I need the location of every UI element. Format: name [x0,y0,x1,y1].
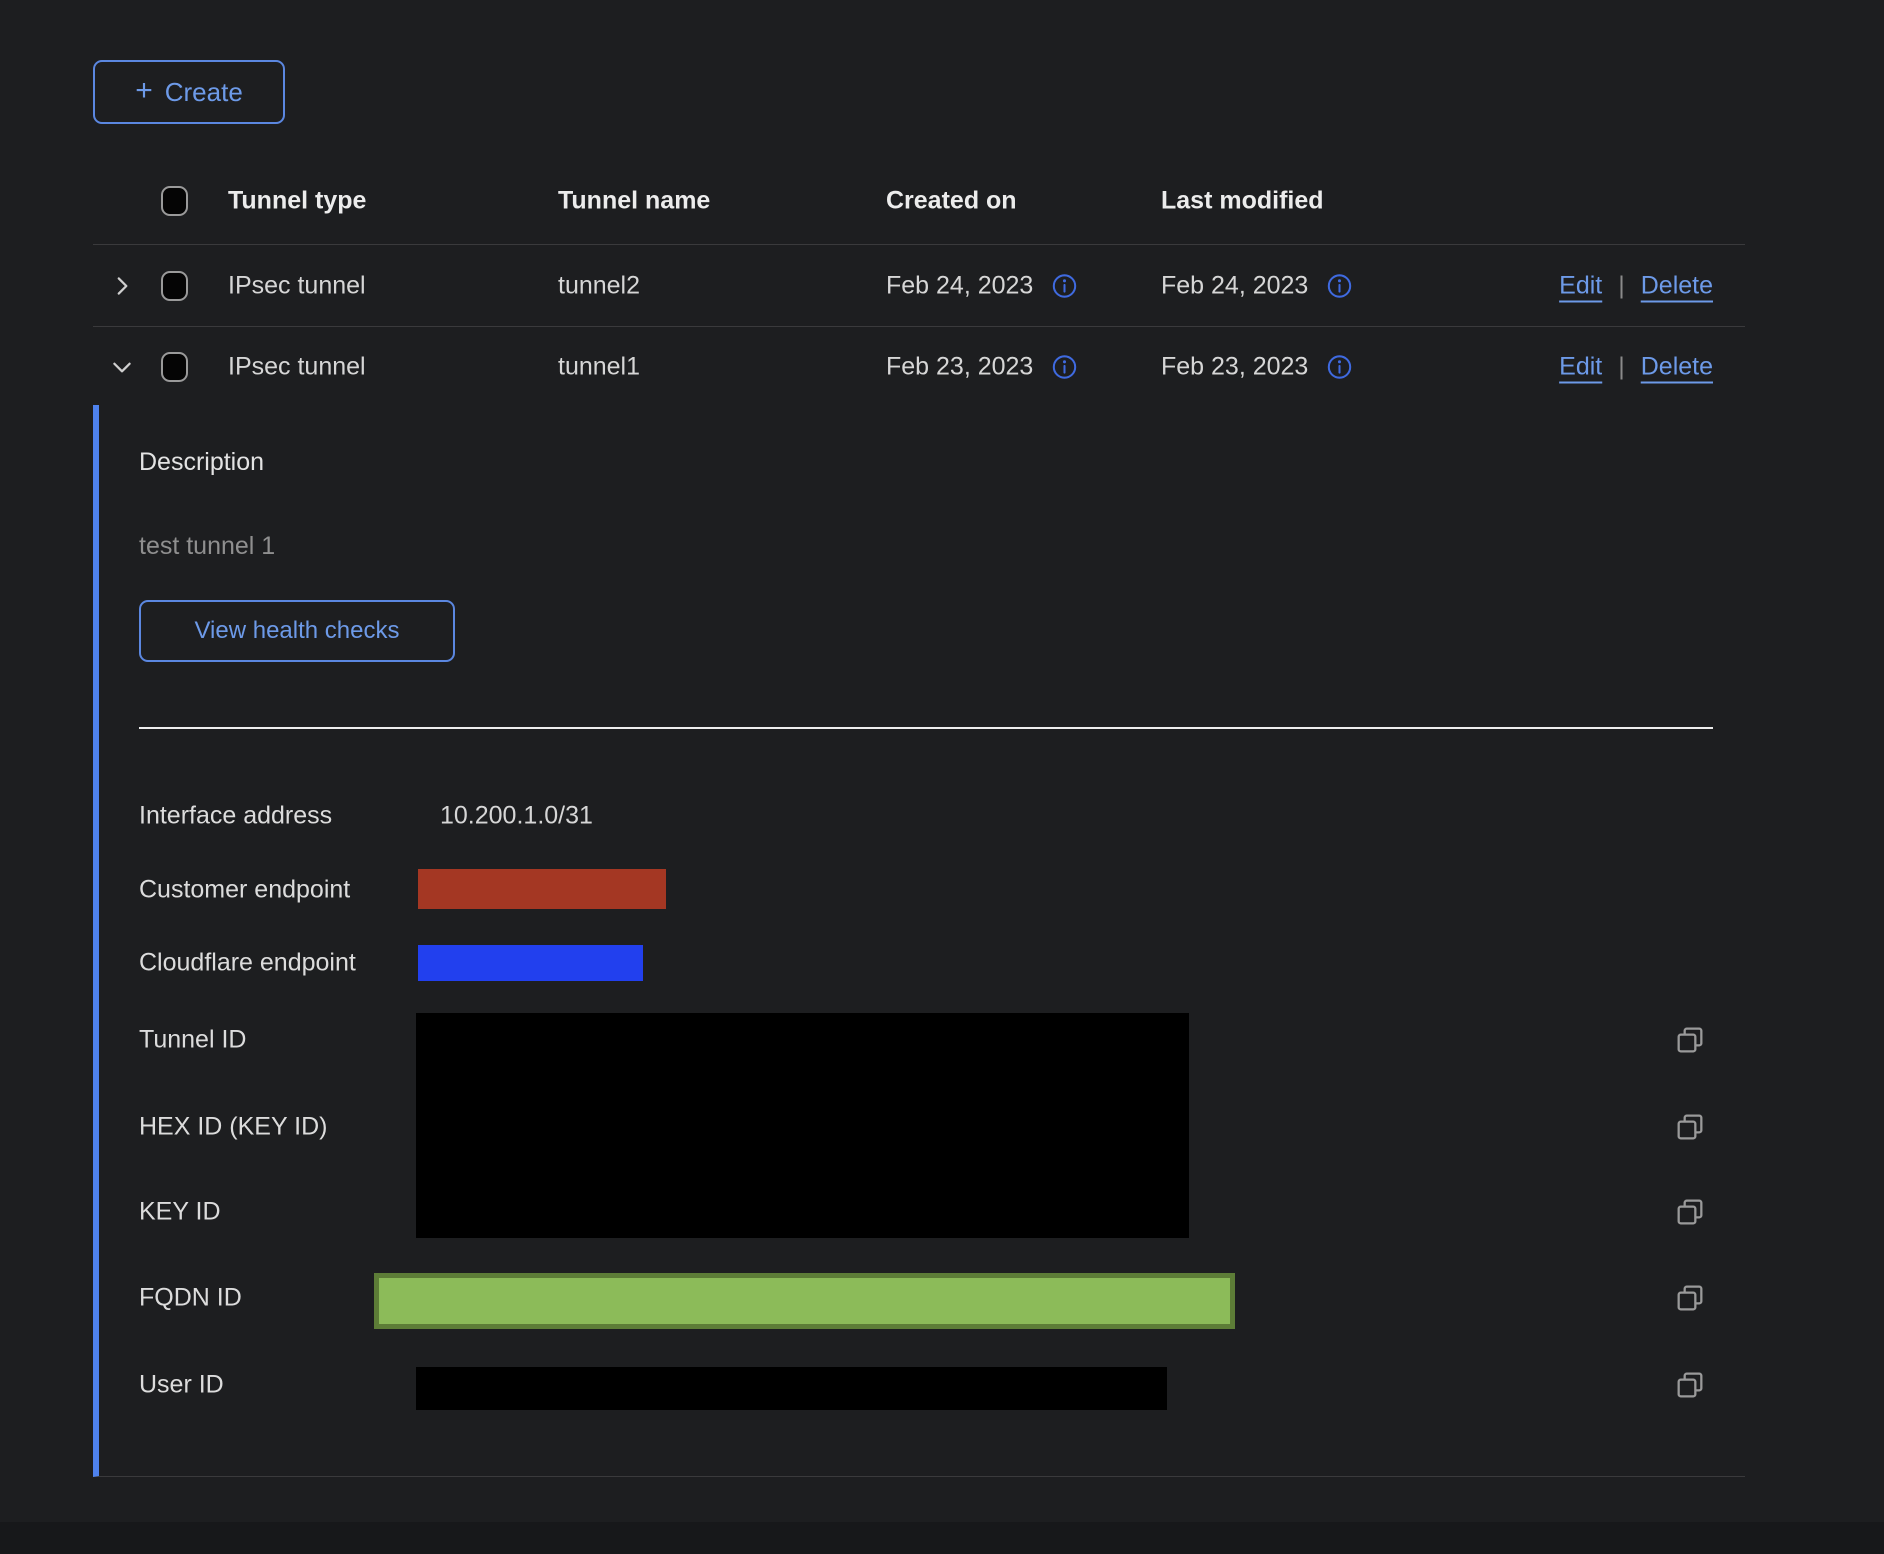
column-header-tunnel-type: Tunnel type [228,187,366,216]
copy-icon [1674,1369,1706,1401]
copy-icon [1674,1024,1706,1056]
customer-endpoint-label: Customer endpoint [139,876,350,905]
last-modified-cell: Feb 24, 2023 [1161,271,1353,300]
actions-separator: | [1618,353,1625,382]
interface-address-value: 10.200.1.0/31 [440,802,593,831]
view-health-checks-label: View health checks [194,617,399,645]
cloudflare-endpoint-redacted-value [418,945,643,981]
copy-fqdn-id-button[interactable] [1674,1282,1706,1314]
actions-separator: | [1618,271,1625,300]
divider [139,727,1713,729]
created-on-value: Feb 23, 2023 [886,353,1033,382]
ids-redacted-value [416,1013,1189,1238]
description-value: test tunnel 1 [139,532,275,561]
hex-id-label: HEX ID (KEY ID) [139,1113,327,1142]
expanded-tunnel-details: Description test tunnel 1 View health ch… [93,405,1745,1477]
column-header-last-modified: Last modified [1161,187,1324,216]
collapse-row-button[interactable] [107,352,137,382]
tunnel-name-cell: tunnel1 [558,353,640,382]
last-modified-cell: Feb 23, 2023 [1161,353,1353,382]
view-health-checks-button[interactable]: View health checks [139,600,455,662]
tunnel-type-cell: IPsec tunnel [228,353,366,382]
user-id-label: User ID [139,1371,224,1400]
tunnel-type-cell: IPsec tunnel [228,271,366,300]
copy-tunnel-id-button[interactable] [1674,1024,1706,1056]
copy-icon [1674,1111,1706,1143]
copy-key-id-button[interactable] [1674,1196,1706,1228]
expand-row-button[interactable] [107,271,137,301]
copy-user-id-button[interactable] [1674,1369,1706,1401]
info-icon[interactable] [1051,272,1078,299]
key-id-label: KEY ID [139,1198,221,1227]
chevron-right-icon [109,273,135,299]
row-checkbox[interactable] [161,271,188,301]
column-header-tunnel-name: Tunnel name [558,187,710,216]
cloudflare-endpoint-label: Cloudflare endpoint [139,949,356,978]
edit-link[interactable]: Edit [1559,271,1602,300]
user-id-redacted-value [416,1367,1167,1410]
table-header-row: Tunnel type Tunnel name Created on Last … [93,158,1745,245]
delete-link[interactable]: Delete [1641,271,1713,300]
create-button[interactable]: + Create [93,60,285,124]
info-icon[interactable] [1326,272,1353,299]
fqdn-id-redacted-value [374,1273,1235,1329]
tunnels-page: + Create Tunnel type Tunnel name Created… [0,0,1884,1554]
edit-link[interactable]: Edit [1559,353,1602,382]
description-label: Description [139,448,264,477]
delete-link[interactable]: Delete [1641,353,1713,382]
copy-hex-id-button[interactable] [1674,1111,1706,1143]
select-all-checkbox[interactable] [161,186,188,216]
interface-address-label: Interface address [139,802,332,831]
tunnel-id-label: Tunnel ID [139,1026,246,1055]
row-checkbox[interactable] [161,352,188,382]
copy-icon [1674,1282,1706,1314]
info-icon[interactable] [1326,354,1353,381]
column-header-created-on: Created on [886,187,1017,216]
tunnels-table: Tunnel type Tunnel name Created on Last … [93,158,1745,407]
bottom-edge-band [0,1522,1884,1554]
info-icon[interactable] [1051,354,1078,381]
row-actions: Edit | Delete [1559,353,1713,382]
created-on-cell: Feb 23, 2023 [886,353,1078,382]
fqdn-id-label: FQDN ID [139,1284,242,1313]
plus-icon: + [135,76,153,106]
create-button-label: Create [165,77,243,108]
row-actions: Edit | Delete [1559,271,1713,300]
created-on-cell: Feb 24, 2023 [886,271,1078,300]
chevron-down-icon [109,354,135,380]
last-modified-value: Feb 23, 2023 [1161,353,1308,382]
customer-endpoint-redacted-value [418,869,666,909]
last-modified-value: Feb 24, 2023 [1161,271,1308,300]
tunnel-name-cell: tunnel2 [558,271,640,300]
table-row: IPsec tunnel tunnel1 Feb 23, 2023 Feb 23… [93,327,1745,407]
created-on-value: Feb 24, 2023 [886,271,1033,300]
table-row: IPsec tunnel tunnel2 Feb 24, 2023 Feb 24… [93,245,1745,327]
copy-icon [1674,1196,1706,1228]
